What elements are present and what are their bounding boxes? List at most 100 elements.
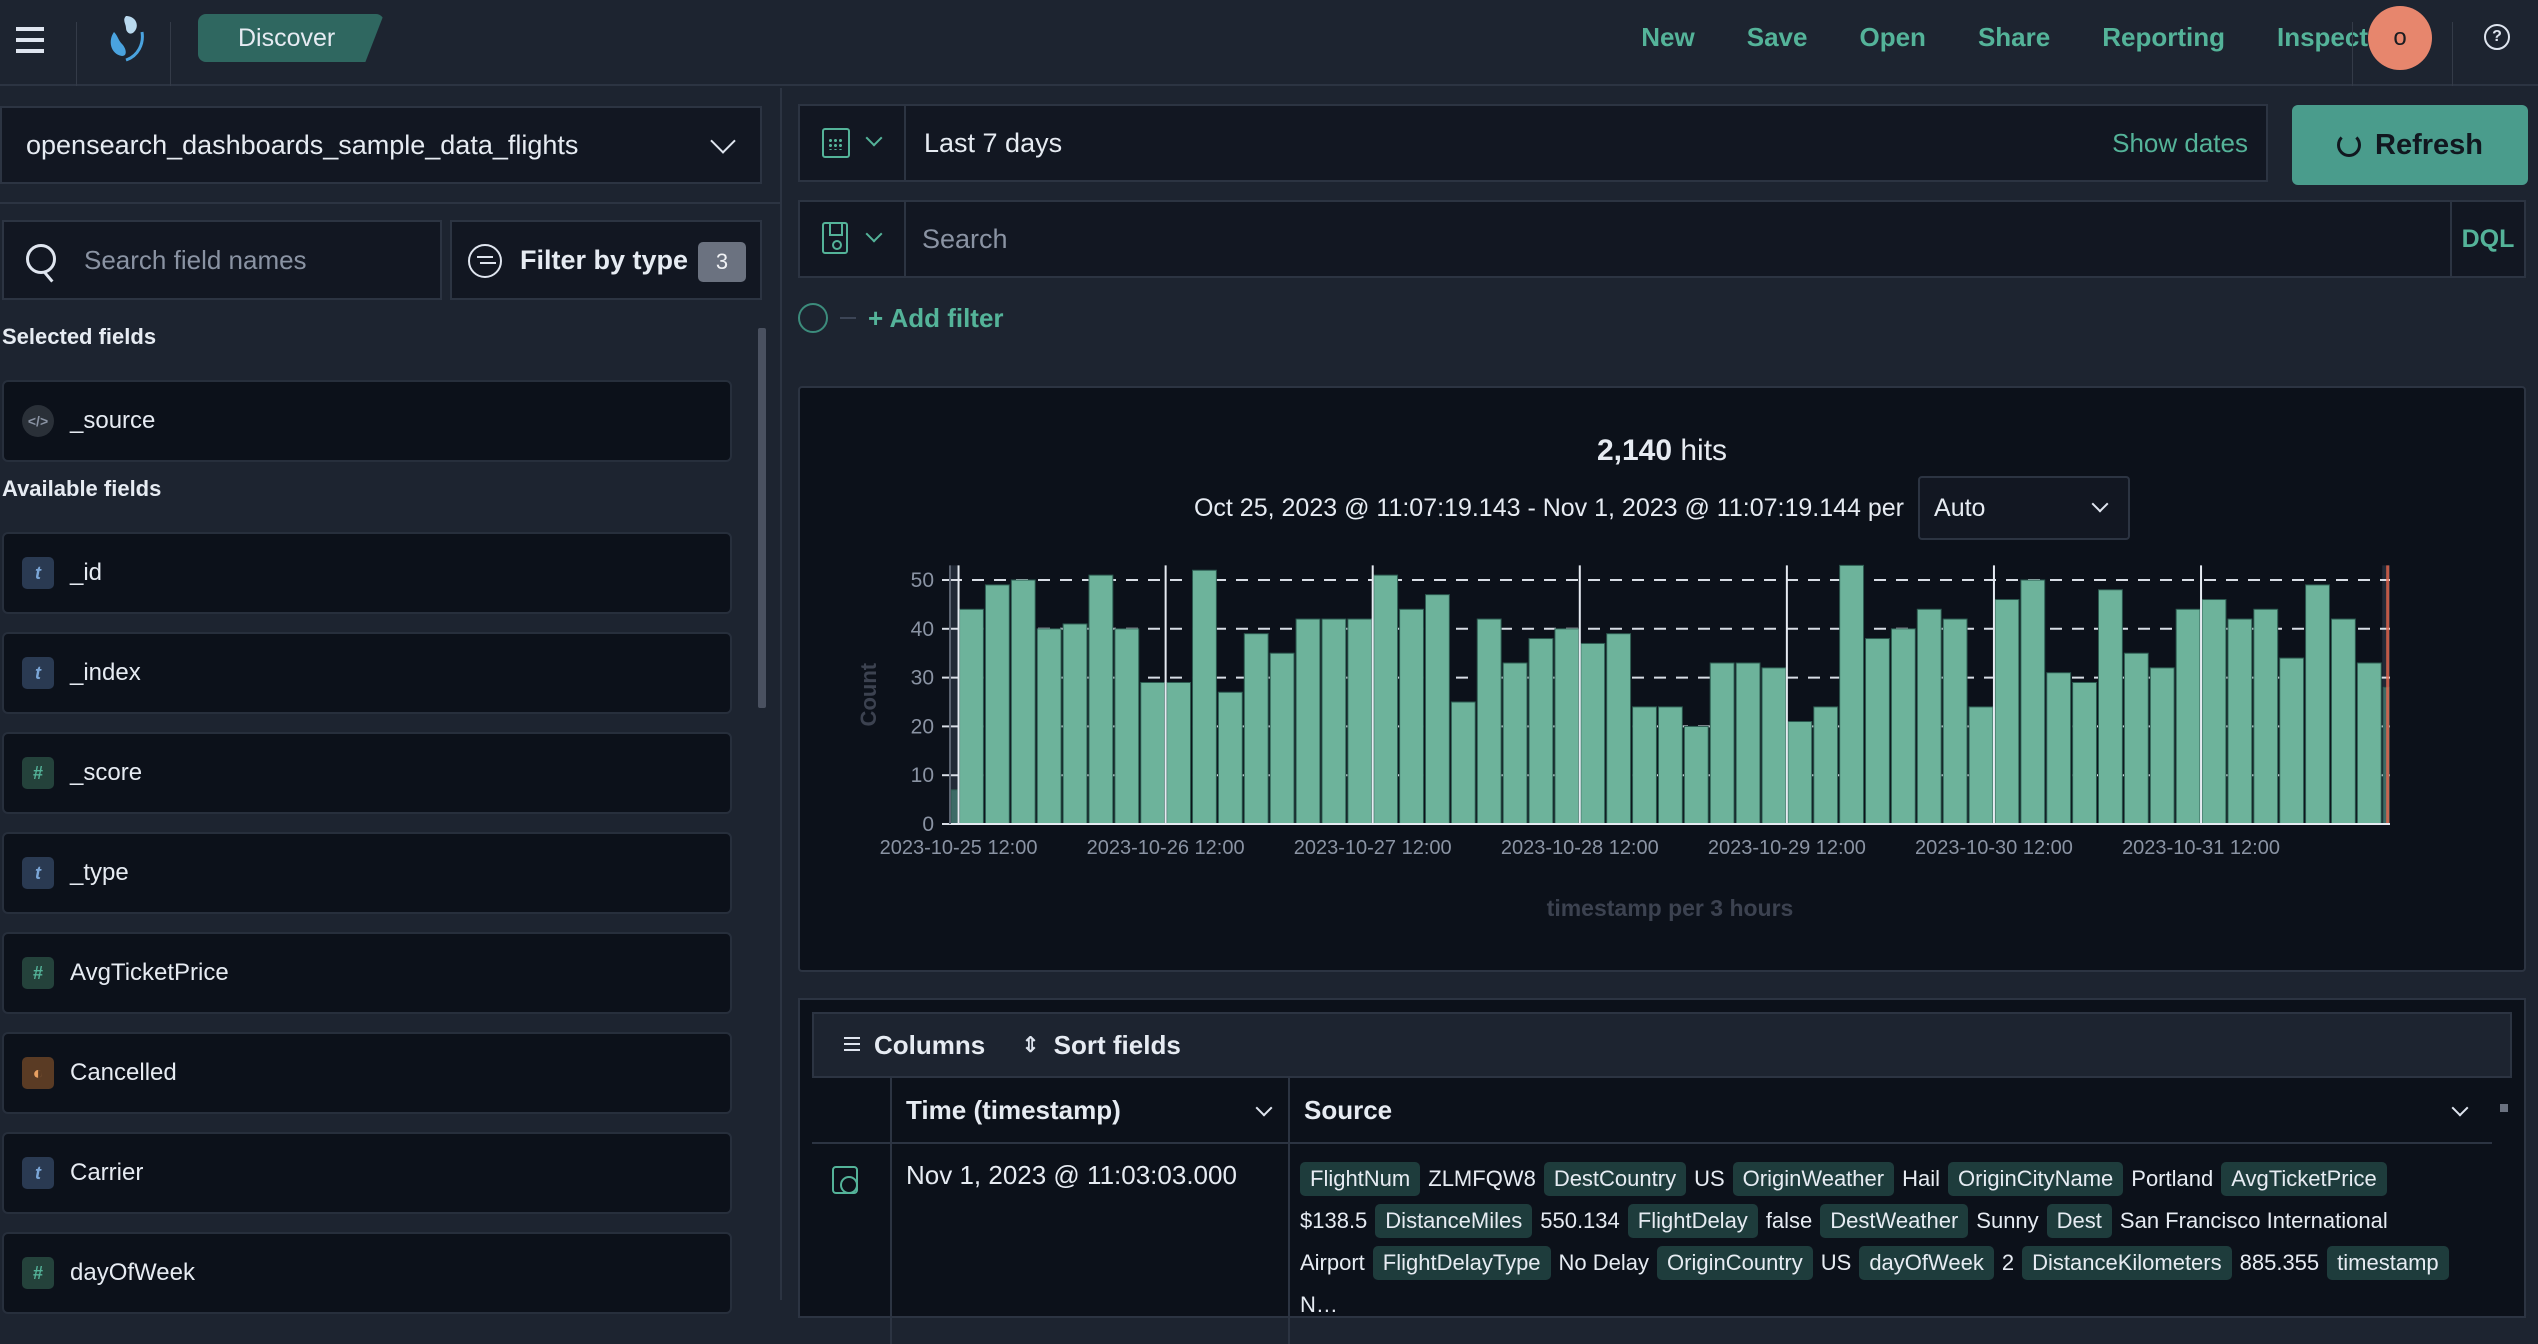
query-bar: DQL [798, 200, 2526, 278]
histogram-bar [1994, 599, 2020, 825]
show-dates-button[interactable]: Show dates [2112, 106, 2248, 180]
y-tick-label: 40 [911, 618, 934, 641]
histogram-bar [1528, 638, 1554, 825]
open-button[interactable]: Open [1859, 22, 1925, 53]
histogram-bar [2149, 667, 2175, 825]
field-item[interactable]: # _score [2, 732, 732, 814]
divider [2452, 22, 2453, 86]
histogram-bar [2175, 608, 2201, 825]
histogram-bar [1399, 608, 1424, 825]
x-tick-label: 2023-10-26 12:00 [1087, 837, 1245, 859]
histogram-bar [2097, 589, 2123, 825]
chevron-down-icon[interactable] [1255, 1099, 1273, 1117]
saved-queries-button[interactable] [800, 202, 906, 276]
filter-icon[interactable] [798, 303, 828, 333]
source-field-value: false [1765, 1208, 1813, 1233]
histogram-chart[interactable]: 0 10 20 30 40 50 Count 2023-10-25 12:00 2023-10-… [800, 388, 2528, 974]
histogram-bar [1632, 706, 1657, 825]
field-name: AvgTicketPrice [70, 959, 229, 986]
refresh-label: Refresh [2375, 128, 2483, 161]
refresh-icon [2337, 133, 2361, 157]
histogram-bar [959, 608, 984, 825]
breadcrumb-discover[interactable]: Discover [198, 14, 384, 62]
histogram-bar [1321, 618, 1347, 825]
query-language-button[interactable]: DQL [2450, 202, 2524, 276]
filter-by-type-button[interactable]: Filter by type 3 [450, 220, 762, 300]
field-item[interactable]: # AvgTicketPrice [2, 932, 732, 1014]
add-filter-button[interactable]: + Add filter [868, 303, 1004, 334]
field-search-input[interactable] [84, 244, 424, 276]
x-tick-label: 2023-10-29 12:00 [1708, 837, 1866, 859]
histogram-bar [2279, 657, 2305, 825]
source-field-key: DestCountry [1543, 1162, 1687, 1196]
source-field-value: ZLMFQW8 [1428, 1166, 1536, 1191]
filter-icon [468, 244, 502, 278]
share-button[interactable]: Share [1978, 22, 2050, 53]
field-item[interactable]: t _id [2, 532, 732, 614]
help-icon[interactable]: ? [2484, 24, 2510, 50]
field-sidebar: opensearch_dashboards_sample_data_flight… [0, 88, 782, 1314]
field-item[interactable]: t Carrier [2, 1132, 732, 1214]
histogram-bar [1865, 638, 1890, 825]
header-cell-source[interactable]: Source [1290, 1078, 2492, 1142]
header-cell-time[interactable]: Time (timestamp) [892, 1078, 1290, 1142]
histogram-bar [1088, 574, 1114, 825]
quick-time-menu-button[interactable] [800, 106, 906, 180]
histogram-bar [1166, 681, 1192, 825]
field-name: _id [70, 559, 103, 586]
save-button[interactable]: Save [1747, 22, 1808, 53]
chevron-down-icon [865, 225, 883, 243]
source-field-key: timestamp [2327, 1246, 2449, 1280]
field-item[interactable]: t _index [2, 632, 732, 714]
menu-icon[interactable] [10, 20, 50, 60]
chevron-down-icon [865, 129, 883, 147]
field-item-source[interactable]: </> _source [2, 380, 732, 462]
source-field-value: 550.134 [1540, 1208, 1620, 1233]
index-pattern-select[interactable]: opensearch_dashboards_sample_data_flight… [0, 106, 762, 184]
histogram-bar [2201, 599, 2227, 825]
new-button[interactable]: New [1641, 22, 1694, 53]
sort-icon: ⇕ [1021, 1032, 1040, 1057]
sort-fields-label: Sort fields [1053, 1029, 1181, 1060]
x-tick-label: 2023-10-28 12:00 [1501, 837, 1659, 859]
divider [0, 202, 782, 204]
histogram-bar [2123, 652, 2149, 825]
chevron-down-icon[interactable] [2451, 1099, 2469, 1117]
field-item[interactable]: t _type [2, 832, 732, 914]
source-field-value: No Delay [1558, 1250, 1650, 1275]
source-field-key: Dest [2046, 1204, 2112, 1238]
source-field-key: DestWeather [1820, 1204, 1969, 1238]
source-fields: FlightNum ZLMFQW8 DestCountry US OriginWeath… [1300, 1158, 2460, 1326]
histogram-bar [1916, 608, 1942, 825]
opensearch-logo-icon[interactable] [96, 10, 152, 66]
time-range-value[interactable]: Last 7 days [924, 106, 1062, 180]
sort-fields-button[interactable]: ⇕ Sort fields [1021, 1030, 1181, 1061]
field-name: _score [70, 759, 143, 786]
histogram-bar [1761, 667, 1787, 825]
sidebar-scrollbar[interactable] [758, 328, 766, 708]
index-pattern-label: opensearch_dashboards_sample_data_flight… [26, 129, 579, 160]
query-search-input[interactable] [922, 214, 2122, 264]
source-field-key: OriginWeather [1732, 1162, 1895, 1196]
histogram-bar [1683, 725, 1709, 825]
source-field-key: DistanceMiles [1375, 1204, 1533, 1238]
inspect-document-icon[interactable] [832, 1166, 858, 1194]
histogram-bar [2046, 672, 2072, 825]
reporting-button[interactable]: Reporting [2102, 22, 2225, 53]
divider [2352, 22, 2353, 86]
columns-button[interactable]: Columns [844, 1030, 985, 1061]
user-avatar[interactable]: o [2368, 6, 2432, 70]
field-item[interactable]: # dayOfWeek [2, 1232, 732, 1314]
search-icon [26, 244, 56, 274]
source-field-key: dayOfWeek [1859, 1246, 1994, 1280]
histogram-bar [1839, 564, 1865, 825]
histogram-bar [1580, 642, 1606, 825]
table-scrollbar[interactable] [2500, 1104, 2508, 1112]
refresh-button[interactable]: Refresh [2292, 105, 2528, 185]
histogram-bar [1192, 569, 1217, 825]
field-search [2, 220, 442, 300]
number-type-icon: # [22, 957, 54, 989]
histogram-bar [1269, 652, 1295, 825]
inspect-button[interactable]: Inspect [2277, 22, 2368, 53]
field-item[interactable]: ◐ Cancelled [2, 1032, 732, 1114]
